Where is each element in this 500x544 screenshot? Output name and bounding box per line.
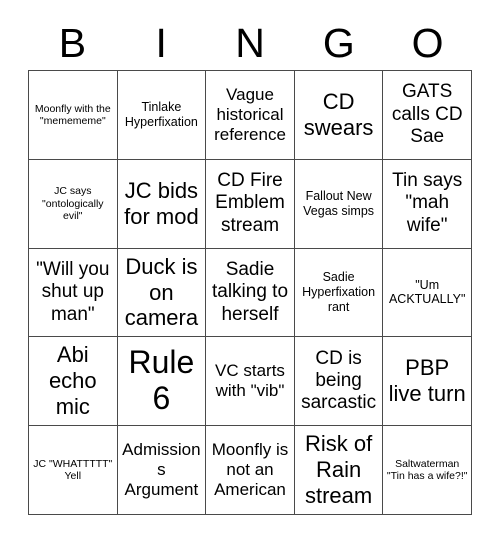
bingo-header-letter-g: G	[322, 19, 355, 66]
bingo-cell-label: CD Fire Emblem stream	[215, 170, 285, 236]
bingo-cell-label: Tin says "mah wife"	[392, 170, 463, 236]
bingo-cell-o3[interactable]: "Um ACKTUALLY"	[383, 248, 472, 338]
bingo-cell-label: PBP live turn	[388, 355, 466, 407]
bingo-cell-o5[interactable]: Saltwaterman "Tin has a wife?!"	[383, 426, 472, 515]
bingo-header-letter-i: I	[155, 19, 167, 66]
bingo-cell-label: "Um ACKTUALLY"	[388, 277, 466, 307]
bingo-cell-g4[interactable]: CD is being sarcastic	[294, 337, 384, 427]
bingo-header-row: B I N G O	[28, 16, 472, 70]
bingo-cell-b3[interactable]: "Will you shut up man"	[29, 248, 118, 338]
bingo-cell-g1[interactable]: CD swears	[294, 71, 384, 160]
bingo-cell-label: Risk of Rain stream	[304, 431, 373, 509]
bingo-cell-label: Moonfly with the "memememe"	[34, 102, 111, 127]
bingo-cell-label: "Will you shut up man"	[36, 258, 110, 325]
bingo-cell-label: Tinlake Hyperfixation	[124, 100, 198, 129]
bingo-cell-b5[interactable]: JC "WHATTTTT" Yell	[29, 426, 118, 515]
bingo-cell-label: Moonfly is not an American	[211, 440, 289, 500]
bingo-cell-b2[interactable]: JC says "ontologically evil"	[29, 159, 118, 249]
bingo-cell-n3[interactable]: Sadie talking to herself	[206, 248, 295, 338]
bingo-cell-b1[interactable]: Moonfly with the "memememe"	[29, 71, 118, 160]
bingo-cell-g5[interactable]: Risk of Rain stream	[294, 426, 384, 515]
bingo-cell-o4[interactable]: PBP live turn	[383, 337, 472, 427]
bingo-cell-n5[interactable]: Moonfly is not an American	[206, 426, 295, 515]
bingo-cell-label: Rule 6	[128, 344, 195, 417]
bingo-cell-i1[interactable]: Tinlake Hyperfixation	[117, 71, 207, 160]
bingo-cell-label: CD is being sarcastic	[301, 347, 377, 414]
bingo-card: B I N G O Moonfly with the "memememe" Tin…	[0, 0, 500, 544]
bingo-cell-label: JC "WHATTTTT" Yell	[33, 457, 113, 483]
bingo-cell-n1[interactable]: Vague historical reference	[206, 71, 295, 160]
bingo-cell-n2[interactable]: CD Fire Emblem stream	[206, 159, 295, 249]
bingo-cell-label: Sadie talking to herself	[211, 258, 289, 325]
bingo-cell-label: Admissions Argument	[122, 440, 201, 500]
bingo-cell-label: Abi echo mic	[48, 342, 97, 420]
bingo-cell-i2[interactable]: JC bids for mod	[117, 159, 207, 249]
bingo-cell-b4[interactable]: Abi echo mic	[29, 337, 118, 427]
bingo-header-letter-o: O	[411, 19, 444, 66]
bingo-header-letter-b: B	[58, 19, 87, 66]
bingo-grid: Moonfly with the "memememe" Tinlake Hyper…	[28, 70, 472, 515]
bingo-cell-label: GATS calls CD Sae	[391, 81, 463, 148]
bingo-cell-label: JC says "ontologically evil"	[42, 185, 104, 222]
bingo-cell-label: Fallout New Vegas simps	[303, 188, 375, 218]
bingo-cell-label: Vague historical reference	[214, 84, 286, 144]
bingo-cell-i5[interactable]: Admissions Argument	[117, 426, 207, 515]
bingo-cell-o1[interactable]: GATS calls CD Sae	[383, 71, 472, 160]
bingo-cell-i3[interactable]: Duck is on camera	[117, 248, 207, 338]
bingo-cell-label: Sadie Hyperfixation rant	[302, 270, 376, 314]
bingo-cell-o2[interactable]: Tin says "mah wife"	[383, 159, 472, 249]
bingo-cell-label: CD swears	[303, 88, 374, 140]
bingo-cell-label: Duck is on camera	[124, 253, 199, 331]
bingo-cell-g3[interactable]: Sadie Hyperfixation rant	[294, 248, 384, 338]
bingo-header-letter-n: N	[235, 19, 265, 66]
bingo-cell-label: VC starts with "vib"	[215, 361, 285, 401]
bingo-cell-n4[interactable]: VC starts with "vib"	[206, 337, 295, 427]
bingo-cell-label: JC bids for mod	[124, 177, 199, 229]
bingo-cell-label: Saltwaterman "Tin has a wife?!"	[386, 457, 468, 483]
bingo-cell-i4[interactable]: Rule 6	[117, 337, 207, 427]
bingo-cell-g2[interactable]: Fallout New Vegas simps	[294, 159, 384, 249]
